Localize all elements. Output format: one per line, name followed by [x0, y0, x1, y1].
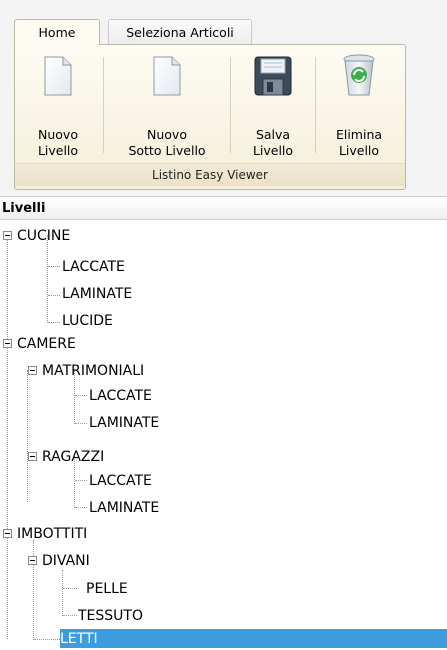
tree-node-matrimoniali-laminate[interactable]: LAMINATE	[89, 411, 159, 433]
ribbon-panel: NuovoLivello NuovoSotto Livello Salva	[14, 44, 406, 190]
tree-connector	[75, 507, 87, 508]
tree-header: Livelli	[0, 196, 447, 220]
tree-node-cucine-laminate[interactable]: LAMINATE	[62, 282, 132, 304]
nuovo-sotto-livello-button[interactable]: Nuovo Sotto Livello	[107, 53, 227, 161]
tree-node-matrimoniali[interactable]: MATRIMONIALI	[42, 359, 144, 381]
tree-node-cucine-lucide[interactable]: LUCIDE	[62, 309, 113, 331]
nuovo-sotto-livello-label-2: Sotto Livello	[128, 143, 206, 158]
tree-node-ragazzi-laminate[interactable]: LAMINATE	[89, 496, 159, 518]
ribbon-separator	[103, 57, 104, 153]
tree-node-cucine[interactable]: CUCINE	[17, 224, 70, 246]
collapse-toggle-imbottiti[interactable]	[3, 529, 12, 538]
tree-connector	[27, 370, 28, 502]
tree-connector	[48, 322, 60, 323]
nuovo-sotto-livello-label-1: Nuovo	[147, 127, 187, 142]
tree-node-divani[interactable]: DIVANI	[42, 549, 90, 571]
tab-seleziona-articoli[interactable]: Seleziona Articoli	[108, 19, 252, 45]
nuovo-livello-label-1: Nuovo	[38, 127, 78, 142]
elimina-livello-label-2: Livello	[338, 143, 380, 158]
ribbon-group-label: Listino Easy Viewer	[15, 163, 405, 186]
tab-home[interactable]: Home	[14, 19, 100, 45]
ribbon-separator	[315, 57, 316, 153]
tree-node-camere[interactable]: CAMERE	[17, 332, 76, 354]
tree-connector	[48, 295, 60, 296]
tree-connector	[62, 570, 63, 616]
collapse-toggle-matrimoniali[interactable]	[28, 366, 37, 375]
tree-node-imbottiti[interactable]: IMBOTTITI	[17, 522, 87, 544]
ribbon-separator	[230, 57, 231, 153]
salva-livello-label-2: Livello	[252, 143, 294, 158]
elimina-livello-button[interactable]: Elimina Livello	[319, 53, 399, 161]
recycle-bin-icon	[343, 54, 375, 96]
floppy-disk-icon	[254, 56, 292, 96]
elimina-livello-label-1: Elimina	[335, 127, 383, 142]
salva-livello-label-1: Salva	[255, 127, 291, 142]
tree-connector	[34, 639, 60, 640]
tree-connector	[33, 540, 34, 640]
nuovo-livello-label-2: Livello	[37, 143, 79, 158]
tree-connector	[75, 423, 87, 424]
tree-node-ragazzi[interactable]: RAGAZZI	[42, 445, 104, 467]
tree-node-matrimoniali-laccate[interactable]: LACCATE	[89, 384, 152, 406]
tree-connector	[63, 588, 77, 589]
blank-page-icon	[153, 56, 181, 96]
tree-connector	[75, 480, 87, 481]
tree-connector	[7, 235, 8, 639]
collapse-toggle-cucine[interactable]	[3, 231, 12, 240]
tree-node-cucine-laccate[interactable]: LACCATE	[62, 255, 125, 277]
tree-node-tessuto[interactable]: TESSUTO	[78, 604, 143, 626]
tree-node-ragazzi-laccate[interactable]: LACCATE	[89, 469, 152, 491]
blank-page-icon	[44, 56, 72, 96]
tree-connector	[75, 395, 87, 396]
collapse-toggle-divani[interactable]	[28, 556, 37, 565]
salva-livello-button[interactable]: Salva Livello	[233, 53, 313, 161]
tree-view[interactable]: CUCINE LACCATE LAMINATE LUCIDE CAMERE MA…	[0, 220, 447, 648]
tree-node-pelle[interactable]: PELLE	[86, 577, 128, 599]
tree-connector	[48, 266, 60, 267]
collapse-toggle-ragazzi[interactable]	[28, 452, 37, 461]
ribbon: Home Seleziona Articoli Nuovo Livello Nuo…	[0, 0, 447, 196]
collapse-toggle-camere[interactable]	[3, 339, 12, 348]
tree-connector	[47, 235, 48, 323]
nuovo-livello-button[interactable]: Nuovo Livello	[15, 53, 101, 161]
tree-connector	[63, 615, 77, 616]
tree-node-letti[interactable]: LETTI	[60, 629, 447, 648]
